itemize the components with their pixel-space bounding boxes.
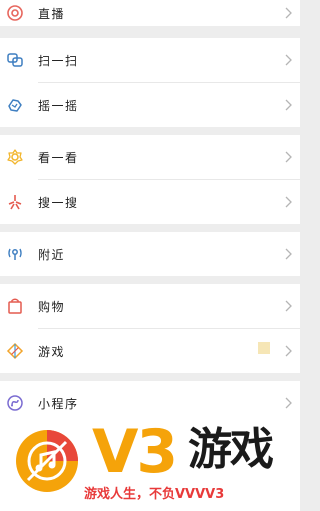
menu-label-games: 游戏 [38, 344, 66, 359]
menu-item-games[interactable]: 游戏 [0, 329, 300, 373]
group-scan-shake: 扫一扫 摇一摇 [0, 38, 300, 127]
mini-program-icon [6, 394, 24, 412]
chevron-right-icon [285, 7, 293, 19]
chevron-right-icon [285, 54, 293, 66]
chevron-right-icon [285, 151, 293, 163]
chevron-right-icon [285, 196, 293, 208]
top-stories-icon [6, 148, 24, 166]
group-look-search: 看一看 搜一搜 [0, 135, 300, 224]
group-live: 直播 [0, 0, 300, 26]
menu-item-shake[interactable]: 摇一摇 [0, 83, 300, 127]
chevron-right-icon [285, 248, 293, 260]
menu-item-search[interactable]: 搜一搜 [0, 180, 300, 224]
group-nearby: 附近 [0, 232, 300, 276]
menu-label-live: 直播 [38, 6, 66, 21]
menu-item-scan[interactable]: 扫一扫 [0, 38, 300, 82]
menu-label-search: 搜一搜 [38, 195, 79, 210]
menu-label-mini-programs: 小程序 [38, 396, 79, 411]
decorative-square [258, 342, 270, 354]
scan-icon [6, 51, 24, 69]
chevron-right-icon [285, 300, 293, 312]
chevron-right-icon [285, 397, 293, 409]
watermark-v3-text: V3 [92, 417, 178, 487]
watermark-slogan: 游戏人生，不负VVVV3 [84, 487, 225, 502]
menu-label-shake: 摇一摇 [38, 98, 79, 113]
menu-item-top-stories[interactable]: 看一看 [0, 135, 300, 179]
shopping-bag-icon [6, 297, 24, 315]
shake-icon [6, 96, 24, 114]
v3-logo-icon [14, 428, 80, 494]
chevron-right-icon [285, 99, 293, 111]
search-star-icon [6, 193, 24, 211]
menu-label-nearby: 附近 [38, 247, 66, 262]
menu-item-live[interactable]: 直播 [0, 0, 300, 26]
game-diamond-icon [6, 342, 24, 360]
menu-label-shopping: 购物 [38, 299, 66, 314]
live-circle-icon [6, 4, 24, 22]
menu-label-top-stories: 看一看 [38, 150, 79, 165]
menu-item-shopping[interactable]: 购物 [0, 284, 300, 328]
group-shop-games: 购物 游戏 [0, 284, 300, 373]
menu-label-scan: 扫一扫 [38, 53, 79, 68]
menu-item-nearby[interactable]: 附近 [0, 232, 300, 276]
watermark-brand-text: 游戏 [188, 424, 274, 475]
chevron-right-icon [285, 345, 293, 357]
nearby-icon [6, 245, 24, 263]
